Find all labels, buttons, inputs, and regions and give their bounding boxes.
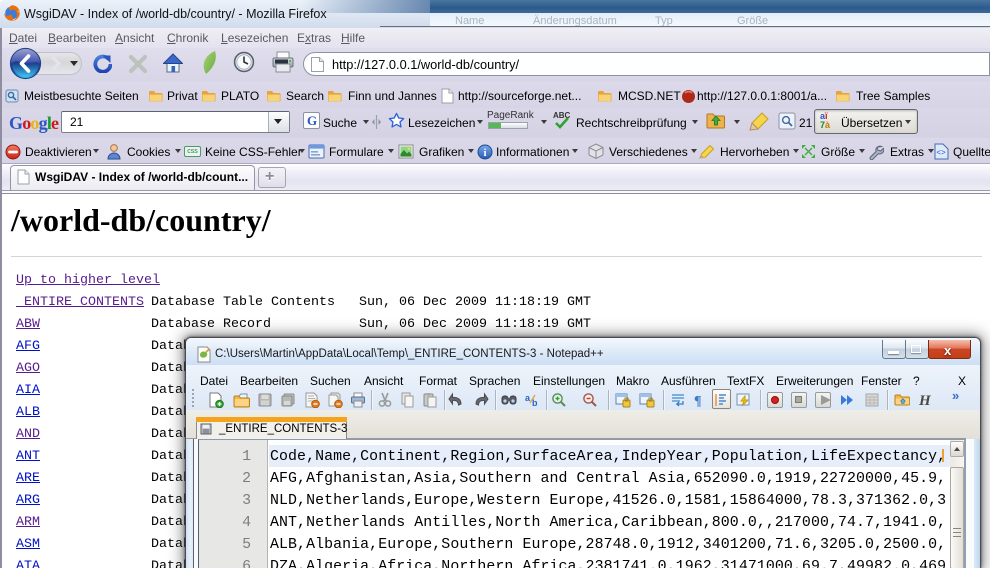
svg-text:H: H [918, 393, 932, 408]
svg-text:¶: ¶ [694, 394, 702, 408]
svg-text:a: a [525, 393, 531, 403]
svg-text:<>: <> [936, 148, 946, 157]
svg-text:i: i [483, 147, 486, 159]
